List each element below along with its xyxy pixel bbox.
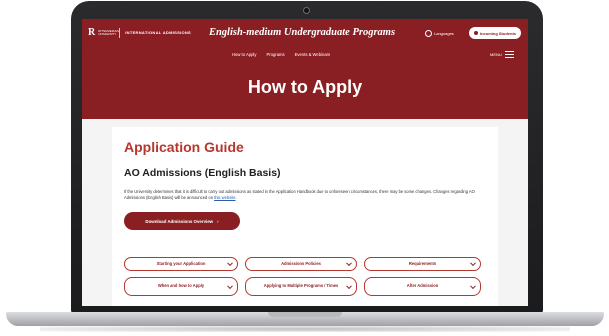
page-title: How to Apply: [247, 77, 363, 97]
main-content: Application Guide AO Admissions (English…: [82, 119, 528, 306]
accordion-starting-application[interactable]: Starting your Application: [124, 257, 238, 271]
website-link[interactable]: this website: [214, 195, 235, 200]
logo-mark: R: [88, 27, 96, 38]
logo-unit-name: INTERNATIONAL ADMISSIONS: [125, 29, 192, 35]
logo-university-name: RITSUMEIKAN UNIVERSITY: [98, 28, 119, 36]
chevron-down-icon: [470, 260, 476, 267]
nav-item-events[interactable]: Events & Webinars: [295, 52, 331, 57]
incoming-students-label: Incoming Students: [480, 30, 516, 36]
logo-divider: [119, 28, 121, 38]
site-title: English-medium Undergraduate Programs: [208, 27, 396, 38]
camera-icon: [303, 7, 310, 14]
menu-button[interactable]: MENU: [490, 51, 514, 58]
chevron-down-icon: [227, 260, 233, 267]
accordion-label: Applying to Multiple Programs / Times: [263, 283, 339, 289]
accordion-requirements[interactable]: Requirements: [364, 257, 481, 271]
chevron-down-icon: [470, 282, 476, 289]
notice-paragraph: If the University determines that it is …: [124, 189, 486, 201]
accordion-multiple-programs[interactable]: Applying to Multiple Programs / Times: [245, 277, 357, 296]
incoming-students-button[interactable]: Incoming Students: [469, 27, 521, 39]
chevron-down-icon: [227, 282, 233, 289]
subsection-title: AO Admissions (English Basis): [124, 167, 281, 179]
arrow-right-icon: ›: [217, 218, 219, 224]
languages-label: Languages: [434, 31, 454, 36]
accordion-after-admission[interactable]: After Admission: [364, 277, 481, 296]
laptop-notch: [268, 312, 342, 317]
accordion-admissions-policies[interactable]: Admissions Policies: [245, 257, 357, 271]
accordion-label: Starting your Application: [156, 260, 206, 266]
accordion-label: Requirements: [408, 260, 437, 266]
laptop-shadow: [40, 326, 570, 332]
hero-banner: R RITSUMEIKAN UNIVERSITY INTERNATIONAL A…: [82, 19, 528, 119]
user-icon: [474, 31, 478, 35]
notice-text: If the University determines that it is …: [124, 189, 475, 200]
hamburger-icon: [504, 51, 514, 58]
content-card: Application Guide AO Admissions (English…: [112, 127, 498, 306]
download-label: Download Admissions Overview: [145, 218, 214, 224]
accordion-label: When and how to Apply: [157, 283, 205, 289]
download-overview-button[interactable]: Download Admissions Overview ›: [124, 212, 240, 230]
globe-icon: [425, 30, 432, 37]
browser-screen: R RITSUMEIKAN UNIVERSITY INTERNATIONAL A…: [82, 19, 528, 306]
section-title: Application Guide: [124, 139, 244, 155]
chevron-down-icon: [346, 260, 352, 267]
nav-item-how-to-apply[interactable]: How to Apply: [232, 52, 256, 57]
accordion-when-how-apply[interactable]: When and how to Apply: [124, 277, 238, 296]
accordion-label: Admissions Policies: [281, 260, 321, 266]
accordion-label: After Admission: [406, 283, 439, 289]
languages-selector[interactable]: Languages: [425, 30, 454, 37]
nav-item-programs[interactable]: Programs: [266, 52, 284, 57]
menu-label: MENU: [490, 52, 502, 57]
notice-text-end: .: [235, 195, 237, 200]
chevron-down-icon: [346, 282, 352, 289]
university-logo[interactable]: R RITSUMEIKAN UNIVERSITY INTERNATIONAL A…: [88, 28, 191, 38]
top-bar: R RITSUMEIKAN UNIVERSITY INTERNATIONAL A…: [82, 19, 528, 49]
main-nav: How to Apply Programs Events & Webinars: [232, 52, 330, 57]
